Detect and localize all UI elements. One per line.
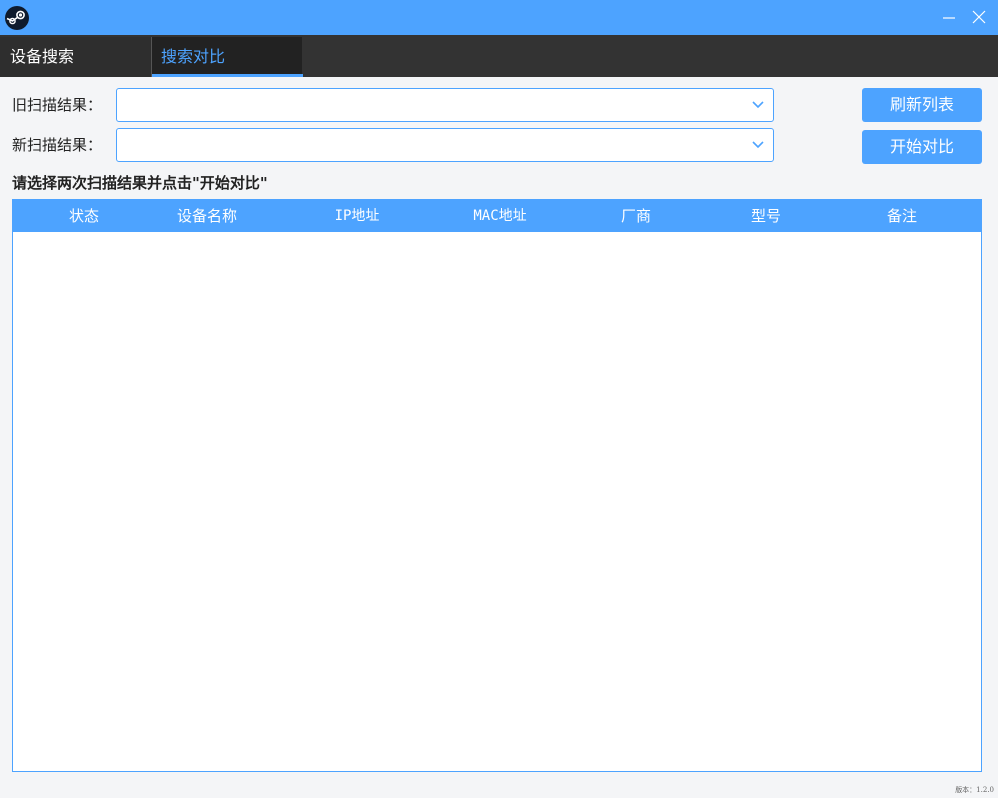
column-header-model[interactable]: 型号	[751, 200, 781, 232]
table-body	[13, 232, 981, 771]
refresh-list-button[interactable]: 刷新列表	[862, 88, 982, 122]
old-scan-select[interactable]	[116, 88, 774, 122]
tab-device-search[interactable]: 设备搜索	[0, 37, 151, 77]
minimize-icon	[943, 17, 955, 19]
minimize-button[interactable]	[936, 5, 962, 29]
column-header-mac[interactable]: MAC地址	[473, 200, 526, 232]
column-header-vendor[interactable]: 厂商	[621, 200, 651, 232]
chevron-down-icon	[752, 141, 764, 149]
chevron-down-icon	[752, 101, 764, 109]
new-scan-label: 新扫描结果：	[12, 136, 103, 154]
version-label: 版本：1.2.0	[955, 786, 994, 794]
column-header-device-name[interactable]: 设备名称	[177, 200, 237, 232]
close-icon	[972, 10, 986, 24]
title-bar	[0, 0, 998, 35]
instruction-text: 请选择两次扫描结果并点击"开始对比"	[12, 174, 268, 192]
column-header-ip[interactable]: IP地址	[335, 200, 380, 232]
column-header-status[interactable]: 状态	[69, 200, 99, 232]
table-header: 状态 设备名称 IP地址 MAC地址 厂商 型号 备注	[13, 200, 981, 232]
close-button[interactable]	[966, 5, 992, 29]
tab-label: 设备搜索	[10, 47, 75, 66]
active-tab-indicator	[152, 74, 303, 77]
steam-logo-icon	[5, 6, 29, 30]
start-compare-button[interactable]: 开始对比	[862, 130, 982, 164]
tab-bar: 设备搜索 搜索对比	[0, 35, 998, 77]
tab-search-compare[interactable]: 搜索对比	[151, 37, 303, 77]
column-header-notes[interactable]: 备注	[887, 200, 917, 232]
new-scan-select[interactable]	[116, 128, 774, 162]
tab-label: 搜索对比	[161, 47, 226, 66]
results-table: 状态 设备名称 IP地址 MAC地址 厂商 型号 备注	[12, 199, 982, 772]
old-scan-label: 旧扫描结果：	[12, 96, 103, 114]
